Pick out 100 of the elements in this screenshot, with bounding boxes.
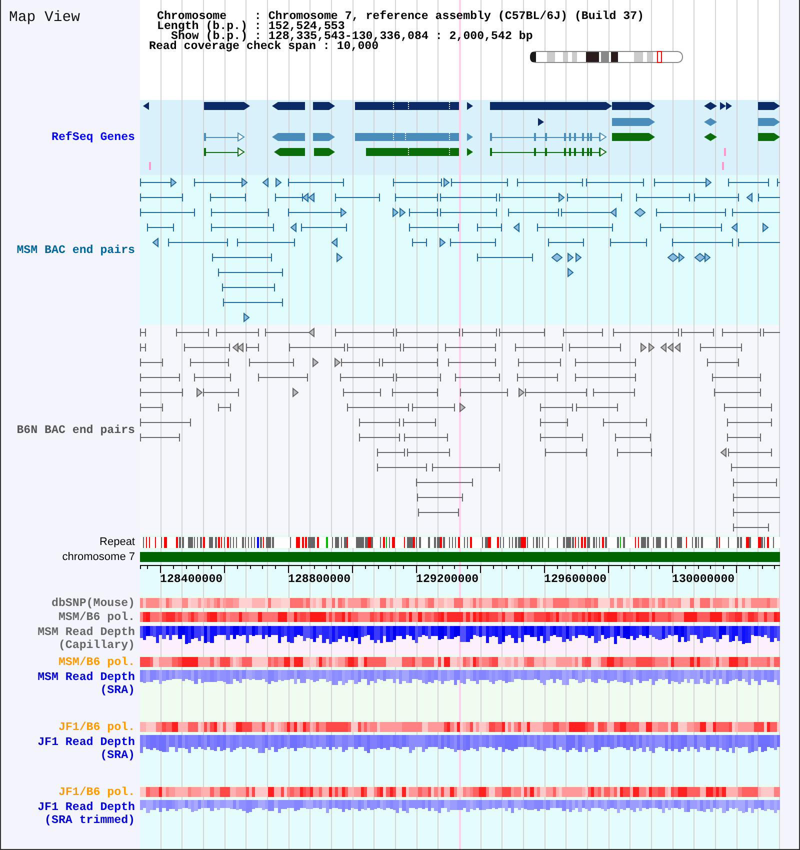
- bac-end-pair: [712, 373, 762, 382]
- bac-end-pair: [560, 207, 616, 218]
- bac-end-pair: [448, 358, 496, 367]
- bac-end-pair: [540, 418, 568, 427]
- bac-end-pair: [194, 177, 248, 188]
- header-info-text: Length (b.p.) : 152,524,553: [157, 22, 345, 32]
- bac-end-pair: [732, 523, 770, 532]
- bac-end-marker: [640, 342, 647, 353]
- bac-end-pair: [730, 463, 780, 472]
- bac-end-pair: [218, 403, 232, 412]
- bac-end-pair: [574, 373, 636, 382]
- bac-end-pair: [176, 328, 210, 337]
- track-label: JF1 Read Depth (SRA): [36, 736, 135, 762]
- bac-end-pair: [402, 418, 436, 427]
- axis-tick-label: 128800000: [288, 573, 351, 586]
- gene-model: [612, 133, 655, 141]
- bac-end-marker: [518, 387, 525, 398]
- gene-model: [758, 102, 780, 110]
- bac-end-marker: [576, 252, 582, 263]
- track-label: MSM/B6 pol.: [58, 610, 135, 624]
- axis-tick-label: 128400000: [160, 573, 223, 586]
- header-info-text: Show (b.p.) : 128,335,543-130,336,084 : 2,000,542 bp: [171, 32, 533, 42]
- bac-end-pair: [728, 448, 772, 457]
- bac-end-pair: [450, 238, 496, 247]
- track-label: JF1 Read Depth (SRA trimmed): [36, 801, 135, 827]
- gene-marker: [149, 162, 151, 170]
- bac-end-pair: [592, 388, 636, 397]
- bac-end-pair: [706, 358, 740, 367]
- bac-end-pair: [140, 418, 192, 427]
- bac-end-pair: [210, 193, 246, 202]
- gene-model: [758, 118, 780, 126]
- bac-end-marker: [290, 222, 296, 233]
- bac-end-pair: [432, 463, 500, 472]
- bac-end-marker: [551, 252, 563, 262]
- bac-end-pair: [394, 193, 438, 202]
- bac-end-pair: [396, 373, 442, 382]
- bac-end-pair: [672, 238, 734, 247]
- bac-end-pair: [514, 343, 564, 352]
- bac-end-pair: [576, 403, 618, 412]
- bac-end-pair: [738, 238, 780, 247]
- bac-end-pair: [346, 403, 410, 412]
- bac-end-pair: [616, 448, 652, 457]
- bac-end-marker: [568, 267, 574, 278]
- axis-tick-label: 130000000: [672, 573, 735, 586]
- bac-end-pair: [288, 178, 344, 187]
- bac-end-pair: [728, 178, 770, 187]
- bac-end-pair: [140, 373, 180, 382]
- track-label: MSM/B6 pol.: [58, 656, 135, 668]
- gene-model: [204, 132, 245, 142]
- header-info-text: Read coverage check span : 10,000: [149, 42, 379, 52]
- track-label: chromosome 7: [62, 550, 135, 564]
- axis-tick-label: 129200000: [416, 573, 479, 586]
- bac-end-pair: [524, 388, 588, 397]
- bac-end-pair: [334, 193, 380, 202]
- gene-model: [467, 102, 473, 110]
- bac-end-pair: [412, 238, 428, 247]
- bac-end-pair: [140, 328, 146, 337]
- bac-end-pair: [300, 223, 348, 232]
- gene-model: [313, 102, 335, 110]
- bac-end-pair: [732, 478, 778, 487]
- bac-end-pair: [202, 388, 240, 397]
- bac-end-pair: [758, 193, 780, 202]
- track-label: MSM Read Depth (Capillary): [36, 626, 135, 652]
- bac-end-pair: [416, 493, 464, 502]
- bac-end-pair: [476, 223, 502, 232]
- bac-end-pair: [516, 178, 584, 187]
- bac-end-pair: [140, 208, 196, 217]
- bac-end-pair: [288, 343, 346, 352]
- gene-model: [704, 133, 717, 141]
- bac-end-pair: [516, 373, 558, 382]
- bac-end-pair: [700, 343, 742, 352]
- bac-end-pair: [544, 448, 588, 457]
- gene-marker: [722, 162, 724, 170]
- bac-end-pair: [418, 508, 460, 517]
- bac-end-pair: [140, 433, 180, 442]
- bac-end-marker: [312, 357, 319, 368]
- bac-end-marker: [336, 252, 343, 263]
- bac-end-pair: [566, 193, 622, 202]
- bac-end-pair: [334, 328, 394, 337]
- bac-end-marker: [634, 208, 646, 218]
- bac-end-pair: [562, 328, 604, 337]
- page-title: Map View: [9, 9, 80, 27]
- bac-end-pair: [358, 433, 400, 442]
- bac-end-pair: [342, 388, 382, 397]
- bac-end-pair: [714, 388, 762, 397]
- bac-end-pair: [210, 223, 274, 232]
- bac-end-pair: [212, 253, 272, 262]
- bac-end-marker: [276, 177, 282, 188]
- track-label: JF1/B6 pol.: [58, 720, 135, 734]
- bac-end-pair: [416, 478, 474, 487]
- bac-end-marker: [262, 177, 268, 188]
- bac-end-pair: [216, 328, 260, 337]
- bac-end-pair: [602, 418, 648, 427]
- bac-end-marker: [292, 387, 299, 398]
- gene-model: [272, 133, 305, 141]
- bac-end-pair: [222, 283, 276, 292]
- bac-end-pair: [258, 373, 308, 382]
- bac-end-pair: [460, 388, 508, 397]
- bac-end-pair: [732, 208, 780, 217]
- header-info-text: Chromosome : Chromosome 7, reference assembly (C57BL/6J) (Build 37): [157, 12, 644, 22]
